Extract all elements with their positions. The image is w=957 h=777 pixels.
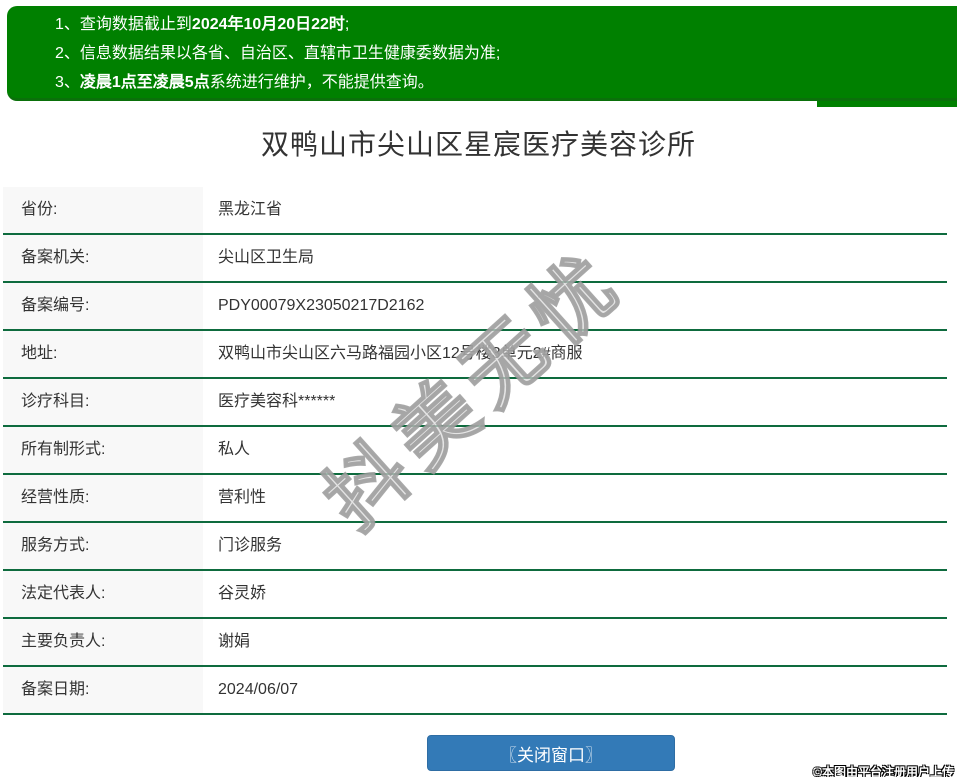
record-value: 谷灵娇 xyxy=(203,571,947,617)
table-row: 备案机关: 尖山区卫生局 xyxy=(3,235,947,283)
record-label: 主要负责人: xyxy=(3,619,203,665)
notice-item-number: 3、 xyxy=(55,74,80,91)
record-value: 谢娟 xyxy=(203,619,947,665)
record-label: 省份: xyxy=(3,187,203,233)
record-label: 备案日期: xyxy=(3,667,203,713)
record-value: PDY00079X23050217D2162 xyxy=(203,283,947,329)
close-window-button[interactable]: 〖关闭窗口〗 xyxy=(427,735,675,771)
record-table: 省份: 黑龙江省 备案机关: 尖山区卫生局 备案编号: PDY00079X230… xyxy=(3,187,947,715)
record-label: 备案机关: xyxy=(3,235,203,281)
notice-item-number: 1、 xyxy=(55,16,80,33)
notice-item-text: 查询数据截止到 xyxy=(79,16,192,33)
record-value: 2024/06/07 xyxy=(203,667,947,713)
record-label: 地址: xyxy=(3,331,203,377)
page-title: 双鸭山市尖山区星宸医疗美容诊所 xyxy=(260,129,696,160)
table-row: 地址: 双鸭山市尖山区六马路福园小区12号楼3单元2#商服 xyxy=(3,331,947,379)
record-label: 法定代表人: xyxy=(3,571,203,617)
table-row: 备案日期: 2024/06/07 xyxy=(3,667,947,715)
footer-note: ©本图由平台注册用户上传 xyxy=(813,765,954,777)
notice-item-1: 1、查询数据截止到2024年10月20日22时; xyxy=(55,10,957,39)
record-value: 黑龙江省 xyxy=(203,187,947,233)
record-label: 诊疗科目: xyxy=(3,379,203,425)
table-row: 服务方式: 门诊服务 xyxy=(3,523,947,571)
record-label: 经营性质: xyxy=(3,475,203,521)
notice-banner: 1、查询数据截止到2024年10月20日22时; 2、信息数据结果以各省、自治区… xyxy=(7,6,957,101)
notice-item-3: 3、凌晨1点至凌晨5点系统进行维护，不能提供查询。 xyxy=(55,68,957,97)
record-value: 营利性 xyxy=(203,475,947,521)
notice-item-text: ; xyxy=(344,16,350,33)
table-row: 经营性质: 营利性 xyxy=(3,475,947,523)
table-row: 法定代表人: 谷灵娇 xyxy=(3,571,947,619)
table-row: 所有制形式: 私人 xyxy=(3,427,947,475)
record-label: 所有制形式: xyxy=(3,427,203,473)
record-label: 备案编号: xyxy=(3,283,203,329)
notice-item-2: 2、信息数据结果以各省、自治区、直辖市卫生健康委数据为准; xyxy=(55,39,957,68)
notice-item-text: 系统进行维护，不能提供查询。 xyxy=(209,74,434,91)
record-value: 双鸭山市尖山区六马路福园小区12号楼3单元2#商服 xyxy=(203,331,947,377)
notice-item-highlight: 2024年10月20日22时 xyxy=(191,16,345,33)
notice-item-highlight: 凌晨1点至凌晨5点 xyxy=(79,74,210,91)
table-row: 备案编号: PDY00079X23050217D2162 xyxy=(3,283,947,331)
table-row: 主要负责人: 谢娟 xyxy=(3,619,947,667)
record-value: 医疗美容科****** xyxy=(203,379,947,425)
table-row: 诊疗科目: 医疗美容科****** xyxy=(3,379,947,427)
table-row: 省份: 黑龙江省 xyxy=(3,187,947,235)
record-value: 门诊服务 xyxy=(203,523,947,569)
notice-item-text: 信息数据结果以各省、自治区、直辖市卫生健康委数据为准; xyxy=(79,45,501,62)
notice-item-number: 2、 xyxy=(55,45,80,62)
record-value: 私人 xyxy=(203,427,947,473)
record-value: 尖山区卫生局 xyxy=(203,235,947,281)
record-label: 服务方式: xyxy=(3,523,203,569)
